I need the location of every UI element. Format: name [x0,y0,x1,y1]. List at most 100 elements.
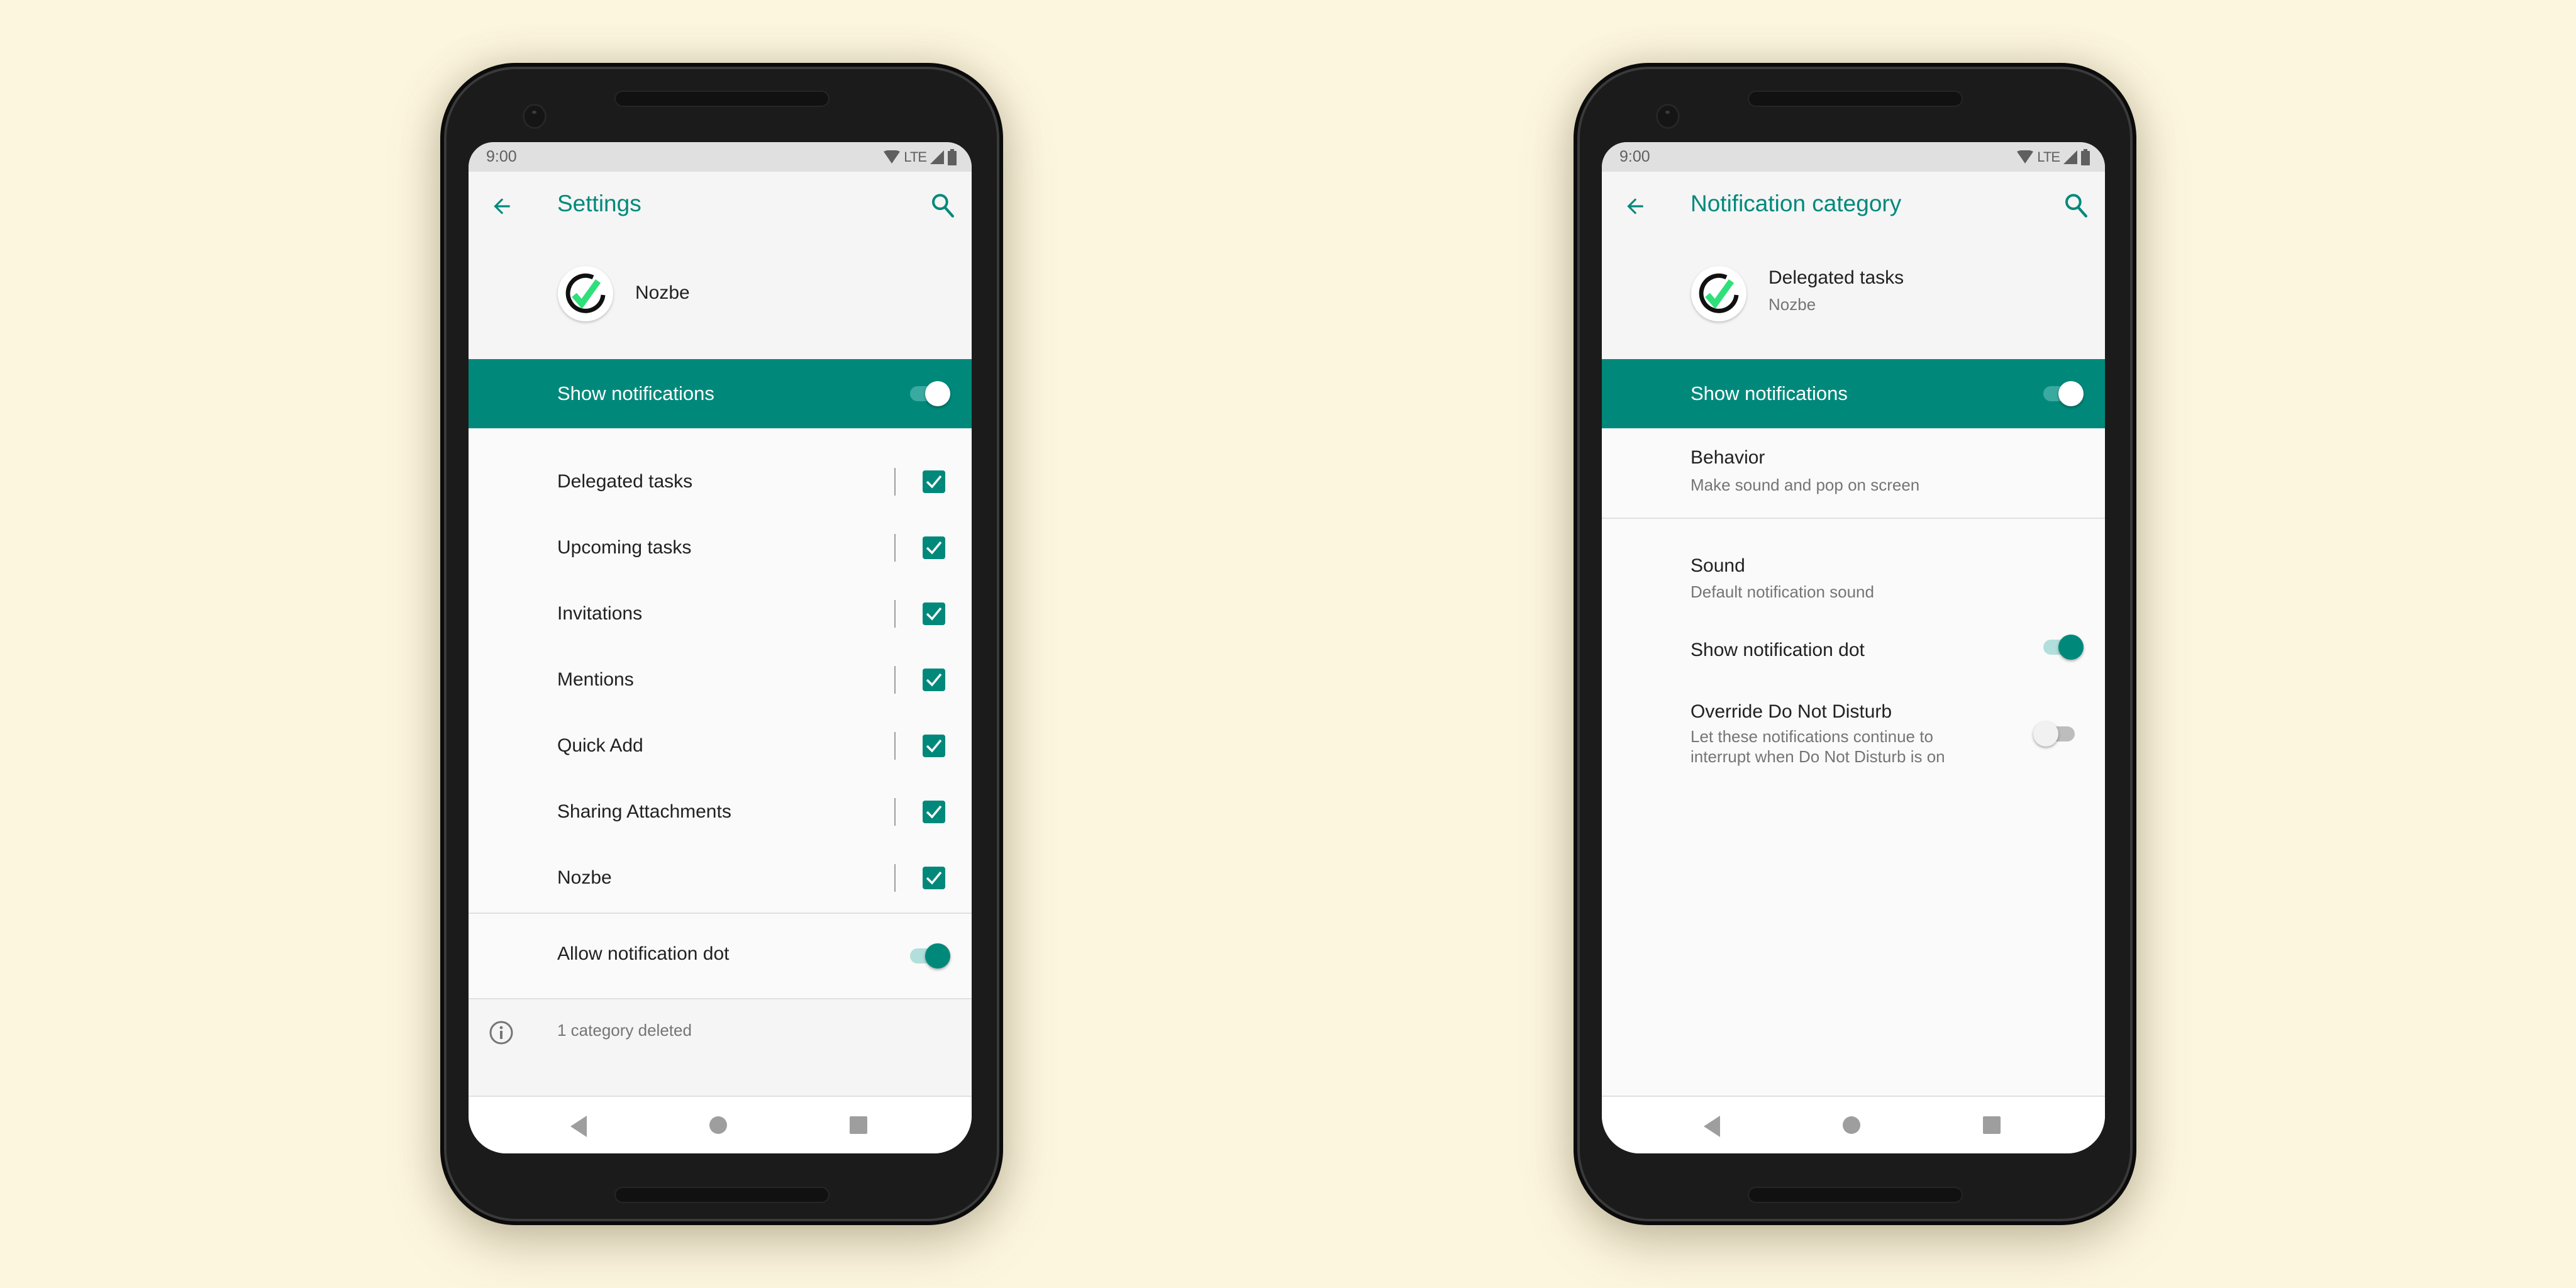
category-checkbox[interactable] [923,602,945,625]
row-divider [894,797,896,826]
sound-summary: Default notification sound [1690,582,1874,601]
category-checkbox[interactable] [923,668,945,691]
phone-frame-left: 9:00 LTE Settings Nozbe Show notificatio… [440,63,1003,1225]
category-list: Delegated tasks Upcoming tasks Invitatio… [469,428,972,913]
allow-notification-dot-row[interactable]: Allow notification dot [469,914,972,998]
override-dnd-row[interactable]: Override Do Not Disturb Let these notifi… [1602,684,2105,784]
page-title: Settings [557,191,641,216]
category-label: Mentions [557,669,634,690]
category-checkbox[interactable] [923,800,945,823]
search-icon[interactable] [2063,192,2089,219]
system-nav-bar [469,1096,972,1153]
show-notifications-row[interactable]: Show notifications [1602,359,2105,428]
home-circle-icon[interactable] [1842,1116,1861,1135]
category-checkbox[interactable] [923,536,945,559]
show-notifications-toggle[interactable] [906,381,950,406]
list-item[interactable]: Delegated tasks [469,448,972,514]
category-label: Sharing Attachments [557,801,731,822]
wifi-icon [884,150,901,164]
earpiece-speaker [616,92,828,106]
row-divider [894,731,896,760]
front-camera [525,106,545,127]
row-divider [894,665,896,694]
category-label: Delegated tasks [557,470,693,492]
category-label: Quick Add [557,735,643,756]
network-type: LTE [2037,148,2060,165]
list-item[interactable]: Invitations [469,580,972,647]
status-bar: 9:00 LTE [1602,142,2105,172]
allow-notification-dot-toggle[interactable] [906,943,950,969]
category-label: Nozbe [557,867,612,888]
signal-icon [2063,150,2077,164]
bottom-speaker [1749,1188,1962,1202]
battery-icon [2081,148,2090,165]
bottom-speaker [616,1188,828,1202]
category-label: Invitations [557,602,643,624]
row-divider [894,863,896,892]
nozbe-logo-icon [558,266,613,321]
show-notification-dot-toggle[interactable] [2040,635,2084,660]
category-settings: Behavior Make sound and pop on screen So… [1602,428,2105,1057]
info-icon [489,1021,513,1045]
override-dnd-summary-line1: Let these notifications continue to [1690,727,1933,746]
behavior-row[interactable]: Behavior Make sound and pop on screen [1602,428,2105,519]
page-title: Notification category [1690,191,1902,216]
earpiece-speaker [1749,92,1962,106]
category-checkbox[interactable] [923,470,945,493]
list-item[interactable]: Sharing Attachments [469,779,972,845]
show-notifications-toggle[interactable] [2040,381,2084,406]
status-time: 9:00 [486,148,517,165]
override-dnd-toggle[interactable] [2033,721,2077,747]
status-bar: 9:00 LTE [469,142,972,172]
toggle-thumb [2058,635,2084,660]
app-header: Nozbe [469,240,972,359]
toggle-thumb [925,381,950,406]
list-item[interactable]: Mentions [469,647,972,713]
status-time: 9:00 [1619,148,1650,165]
back-triangle-icon[interactable] [569,1116,588,1137]
show-notifications-label: Show notifications [557,382,714,404]
list-item[interactable]: Nozbe [469,845,972,911]
footer-info-text: 1 category deleted [557,1021,692,1040]
recents-square-icon[interactable] [1982,1116,2001,1135]
nozbe-logo-icon [1691,266,1746,321]
search-icon[interactable] [930,192,955,219]
arrow-back-icon[interactable] [490,194,514,218]
status-icons: LTE [2017,148,2090,165]
app-bar: Settings [469,172,972,240]
arrow-back-icon[interactable] [1623,194,1647,218]
recents-square-icon[interactable] [849,1116,868,1135]
app-name: Nozbe [635,282,690,303]
app-bar: Notification category [1602,172,2105,240]
wifi-icon [2017,150,2034,164]
allow-notification-dot-label: Allow notification dot [557,943,730,964]
override-dnd-title: Override Do Not Disturb [1690,701,1892,722]
home-circle-icon[interactable] [709,1116,728,1135]
settings-screen: 9:00 LTE Settings Nozbe Show notificatio… [469,142,972,1153]
sound-row[interactable]: Sound Default notification sound [1602,520,2105,614]
show-notifications-row[interactable]: Show notifications [469,359,972,428]
status-icons: LTE [884,148,957,165]
row-divider [894,599,896,628]
list-item[interactable]: Quick Add [469,713,972,779]
row-divider [894,533,896,562]
system-nav-bar [1602,1096,2105,1153]
toggle-thumb [2033,721,2058,747]
notification-category-screen: 9:00 LTE Notification category Delegated… [1602,142,2105,1153]
behavior-title: Behavior [1690,447,1765,468]
category-title: Delegated tasks [1768,267,1904,288]
show-notification-dot-row[interactable]: Show notification dot [1602,614,2105,684]
behavior-summary: Make sound and pop on screen [1690,475,1920,494]
toggle-thumb [2058,381,2084,406]
category-checkbox[interactable] [923,866,945,889]
override-dnd-summary-line2: interrupt when Do Not Disturb is on [1690,747,1945,766]
phone-frame-right: 9:00 LTE Notification category Delegated… [1574,63,2136,1225]
category-checkbox[interactable] [923,734,945,757]
app-header: Delegated tasks Nozbe [1602,240,2105,359]
list-item[interactable]: Upcoming tasks [469,514,972,580]
category-label: Upcoming tasks [557,536,692,558]
front-camera [1658,106,1678,127]
show-notification-dot-label: Show notification dot [1690,640,1865,660]
back-triangle-icon[interactable] [1702,1116,1721,1137]
toggle-thumb [925,943,950,969]
